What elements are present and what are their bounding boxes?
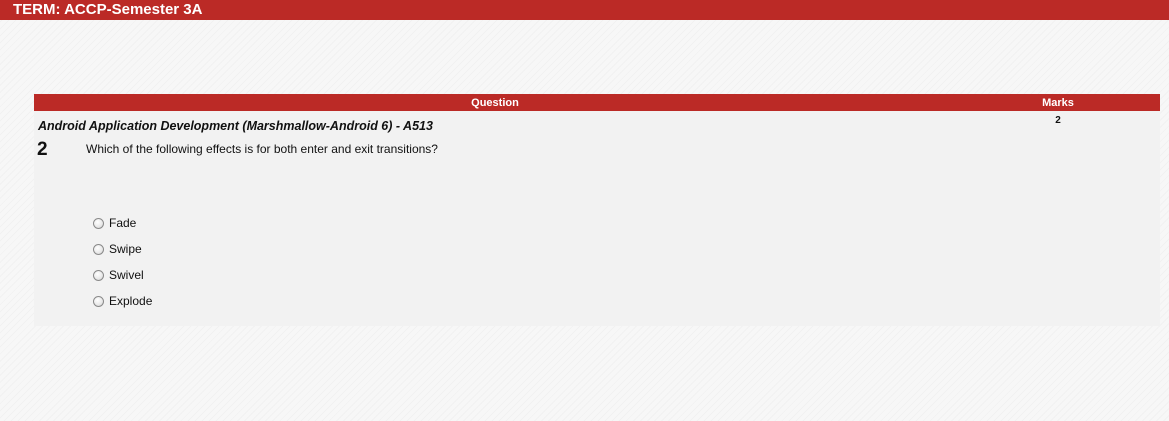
- question-number: 2: [37, 139, 48, 160]
- term-title: TERM: ACCP-Semester 3A: [13, 1, 203, 18]
- option-label: Explode: [109, 293, 153, 308]
- question-column-header: Question: [471, 97, 519, 109]
- marks-column-header: Marks: [1042, 97, 1074, 109]
- question-table-header: Question Marks: [34, 94, 1160, 111]
- subject-title: Android Application Development (Marshma…: [38, 119, 433, 133]
- term-header-bar: TERM: ACCP-Semester 3A: [0, 0, 1169, 20]
- answer-option-swipe[interactable]: Swipe: [93, 236, 152, 262]
- question-panel: Question Marks Android Application Devel…: [34, 94, 1160, 326]
- answer-options: Fade Swipe Swivel Explode: [93, 210, 152, 314]
- option-label: Swipe: [109, 241, 142, 256]
- answer-option-explode[interactable]: Explode: [93, 288, 152, 314]
- marks-value: 2: [1055, 115, 1061, 126]
- option-label: Fade: [109, 215, 137, 230]
- radio-button[interactable]: [93, 243, 104, 255]
- radio-button[interactable]: [93, 295, 104, 307]
- answer-option-fade[interactable]: Fade: [93, 210, 152, 236]
- question-text: Which of the following effects is for bo…: [86, 142, 438, 156]
- option-label: Swivel: [109, 267, 144, 282]
- answer-option-swivel[interactable]: Swivel: [93, 262, 152, 288]
- radio-button[interactable]: [93, 269, 104, 281]
- radio-button[interactable]: [93, 217, 104, 229]
